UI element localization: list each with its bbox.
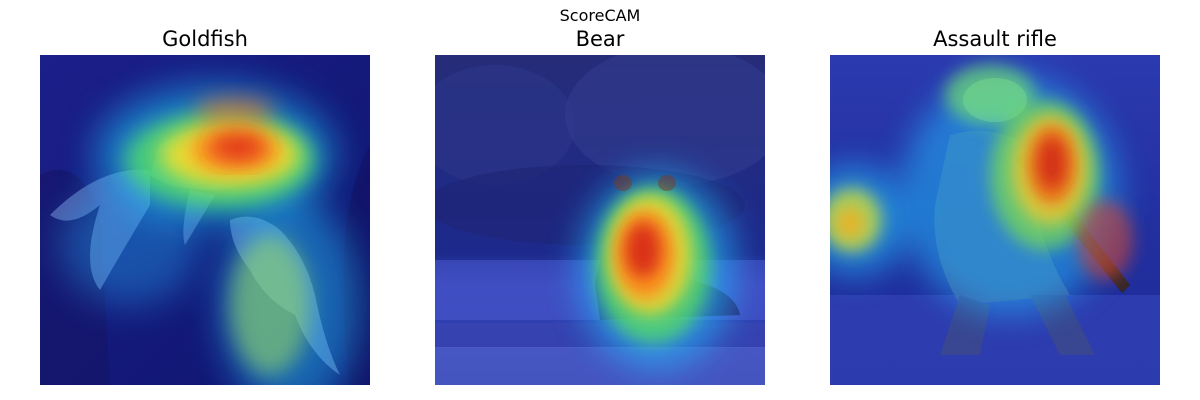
panel-title-assault-rifle: Assault rifle [933,27,1057,51]
heatmap-panel-assault-rifle [830,55,1160,385]
panel-title-goldfish: Goldfish [162,27,248,51]
figure-suptitle: ScoreCAM [559,6,641,25]
heatmap-panel-goldfish [40,55,370,385]
assault-rifle-heatmap-image [830,55,1160,385]
heatmap-panel-bear [435,55,765,385]
goldfish-heatmap-image [40,55,370,385]
panel-title-bear: Bear [575,27,625,51]
bear-heatmap-image [435,55,765,385]
